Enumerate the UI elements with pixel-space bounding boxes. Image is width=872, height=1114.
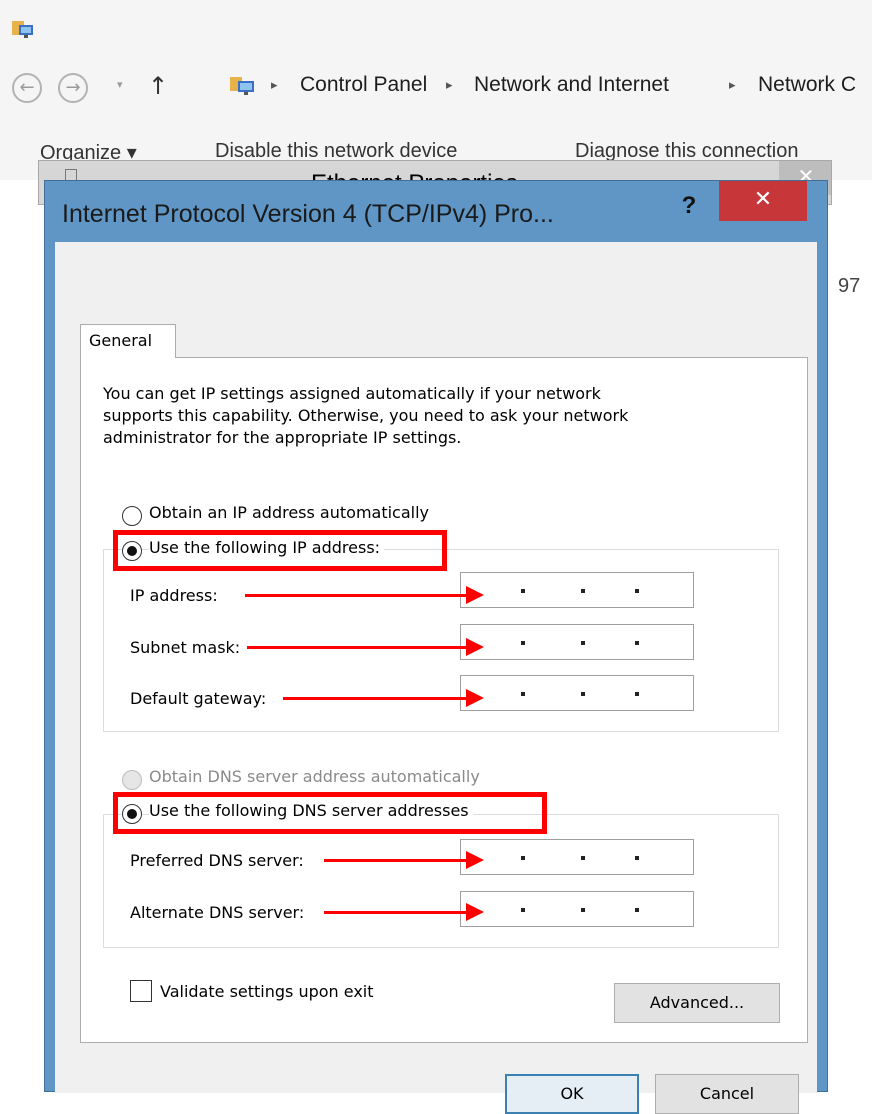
ipv4-properties-dialog: Internet Protocol Version 4 (TCP/IPv4) P… [44, 180, 828, 1114]
octet-separator [581, 692, 585, 696]
octet-separator [581, 856, 585, 860]
obtain-ip-auto-label[interactable]: Obtain an IP address automatically [149, 503, 429, 522]
validate-settings-checkbox[interactable] [130, 980, 152, 1002]
alternate-dns-label: Alternate DNS server: [130, 903, 305, 922]
dns-server-group [103, 814, 779, 948]
subnet-mask-input[interactable] [460, 624, 694, 660]
octet-separator [581, 908, 585, 912]
octet-separator [581, 641, 585, 645]
tab-general[interactable]: General [80, 324, 176, 358]
octet-separator [521, 856, 525, 860]
default-gateway-label: Default gateway: [130, 689, 267, 708]
control-panel-icon [230, 77, 254, 95]
annotation-arrow-ip [245, 586, 484, 604]
octet-separator [521, 589, 525, 593]
background-text: 97 [838, 275, 861, 297]
breadcrumb-network-and-internet[interactable]: Network and Internet [474, 73, 669, 97]
preferred-dns-input[interactable] [460, 839, 694, 875]
ip-address-label: IP address: [130, 586, 218, 605]
dialog-close-button[interactable]: ✕ [719, 181, 807, 221]
octet-separator [635, 856, 639, 860]
octet-separator [581, 589, 585, 593]
breadcrumb-control-panel[interactable]: Control Panel [300, 73, 427, 97]
dialog-client-area: General You can get IP settings assigned… [55, 242, 817, 1114]
back-button[interactable]: ← [12, 73, 42, 103]
subnet-mask-label: Subnet mask: [130, 638, 241, 657]
forward-arrow-icon: → [65, 77, 81, 98]
navigation-bar [0, 56, 872, 120]
recent-locations-dropdown[interactable]: ▾ [117, 78, 123, 91]
annotation-arrow-alternate-dns [324, 903, 484, 921]
help-button[interactable]: ? [677, 191, 701, 221]
general-tab-panel: You can get IP settings assigned automat… [80, 357, 808, 1043]
validate-settings-label[interactable]: Validate settings upon exit [160, 982, 374, 1001]
preferred-dns-label: Preferred DNS server: [130, 851, 304, 870]
ip-address-input[interactable] [460, 572, 694, 608]
network-folder-icon [12, 21, 33, 38]
octet-separator [521, 641, 525, 645]
description-line-2: supports this capability. Otherwise, you… [103, 406, 629, 425]
annotation-arrow-subnet [247, 638, 484, 656]
octet-separator [521, 908, 525, 912]
default-gateway-input[interactable] [460, 675, 694, 711]
annotation-arrow-gateway [283, 689, 484, 707]
annotation-arrow-preferred-dns [324, 851, 484, 869]
advanced-button[interactable]: Advanced... [614, 983, 780, 1023]
description-line-1: You can get IP settings assigned automat… [103, 384, 601, 403]
ok-button[interactable]: OK [505, 1074, 639, 1114]
octet-separator [521, 692, 525, 696]
obtain-ip-auto-radio[interactable] [122, 506, 142, 526]
back-arrow-icon: ← [19, 77, 35, 98]
breadcrumb-network-connections[interactable]: Network C [758, 73, 856, 97]
up-button[interactable]: ↑ [148, 72, 168, 100]
tab-general-label: General [89, 331, 153, 350]
forward-button[interactable]: → [58, 73, 88, 103]
cancel-button[interactable]: Cancel [655, 1074, 799, 1114]
alternate-dns-input[interactable] [460, 891, 694, 927]
obtain-dns-auto-label[interactable]: Obtain DNS server address automatically [149, 767, 480, 786]
octet-separator [635, 589, 639, 593]
explorer-title-bar [0, 0, 872, 56]
close-icon: ✕ [753, 187, 773, 212]
description-line-3: administrator for the appropriate IP set… [103, 428, 462, 447]
ip-option-highlight [113, 530, 447, 571]
dialog-title: Internet Protocol Version 4 (TCP/IPv4) P… [62, 200, 554, 228]
octet-separator [635, 908, 639, 912]
obtain-dns-auto-radio[interactable] [122, 770, 142, 790]
octet-separator [635, 641, 639, 645]
dns-option-highlight [113, 792, 547, 834]
breadcrumb-separator-icon[interactable]: ▸ [446, 78, 453, 93]
octet-separator [635, 692, 639, 696]
breadcrumb-separator-icon[interactable]: ▸ [729, 78, 736, 93]
breadcrumb-separator-icon[interactable]: ▸ [271, 78, 278, 93]
